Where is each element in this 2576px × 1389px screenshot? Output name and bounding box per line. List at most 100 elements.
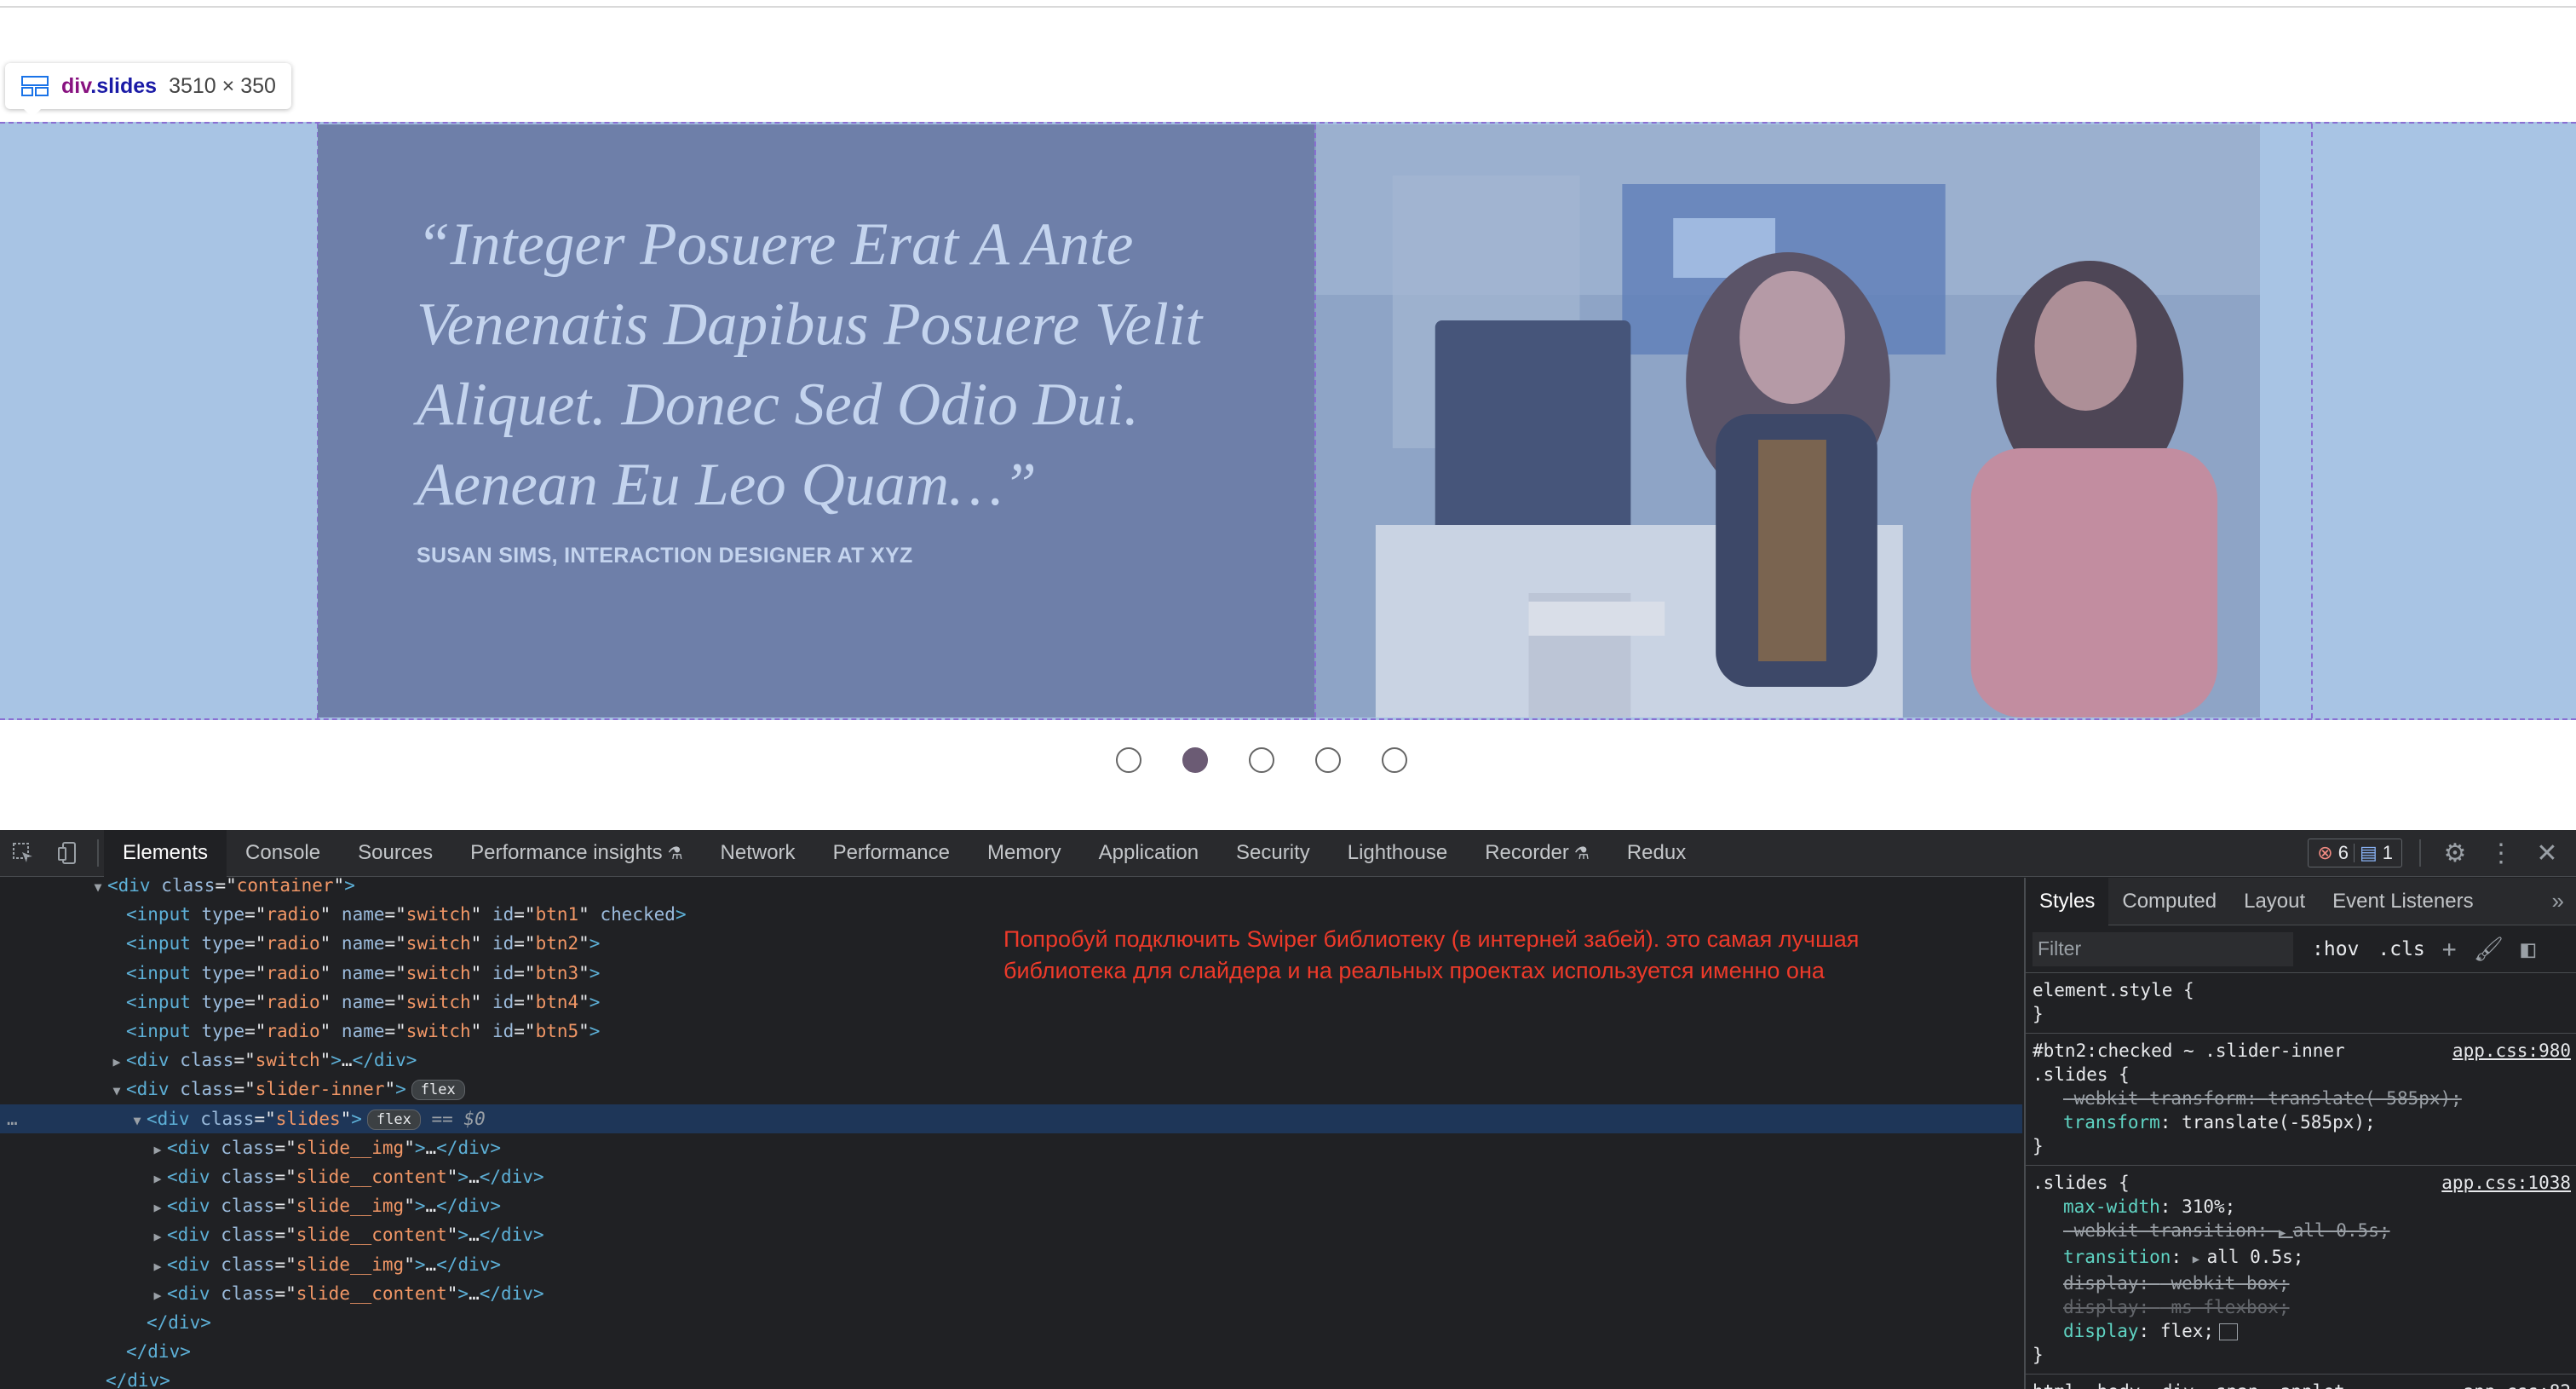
dom-node-line[interactable]: </div> [0, 1308, 2022, 1337]
dom-node-line[interactable]: ▶ <div class="slide__img">…</div> [0, 1133, 2022, 1162]
expand-triangle-icon[interactable]: ▶ [148, 1281, 167, 1310]
tag-close-bracket: > [457, 1167, 469, 1187]
attr-name: class [180, 1079, 234, 1100]
dom-node-line[interactable]: ▶ <div class="slide__content">…</div> [0, 1220, 2022, 1249]
pagination-dot[interactable] [1382, 747, 1407, 773]
pagination-dot[interactable] [1249, 747, 1274, 773]
dom-node-line[interactable]: ▶ <div class="slide__img">…</div> [0, 1191, 2022, 1220]
devtools-tab-label: Console [245, 841, 321, 864]
expand-triangle-icon[interactable]: ▶ [2279, 1226, 2293, 1240]
devtools-tab[interactable]: Security [1217, 830, 1329, 877]
toggle-sidebar-icon[interactable]: ◧ [2521, 935, 2535, 963]
pagination-dot[interactable] [1182, 747, 1208, 773]
dom-node-line[interactable]: ▶ <div class="slide__content">…</div> [0, 1279, 2022, 1308]
flexbox-editor-icon[interactable] [2219, 1323, 2239, 1340]
styles-subtab[interactable]: Computed [2108, 878, 2230, 925]
css-source-link[interactable]: app.css:980 [2452, 1039, 2571, 1063]
devtools-tab[interactable]: Console [227, 830, 339, 877]
attr-quote: " [470, 962, 482, 983]
dom-node-line[interactable]: <input type="radio" name="switch" id="bt… [0, 1017, 2022, 1046]
dom-node-line[interactable]: ▼ <div class="container"> [0, 878, 2022, 900]
dom-node-line[interactable]: ▶ <div class="switch">…</div> [0, 1046, 2022, 1075]
expand-triangle-icon[interactable]: ▶ [107, 1047, 126, 1076]
css-property[interactable]: max-width: 310%; [2033, 1195, 2569, 1219]
devtools-tab[interactable]: Application [1080, 830, 1217, 877]
devtools-tab[interactable]: Sources [339, 830, 451, 877]
css-property[interactable]: transition: ▶ all 0.5s; [2033, 1245, 2569, 1271]
collapse-triangle-icon[interactable]: ▼ [89, 878, 107, 902]
devtools-tabs: Elements Console Sources Performance insigh… [104, 829, 1705, 877]
styles-subtab[interactable]: Styles [2026, 878, 2109, 925]
devtools-tab[interactable]: Performance insights ⚗ [451, 830, 701, 877]
css-property[interactable]: -webkit-transition: ▶ all 0.5s; [2033, 1219, 2569, 1245]
class-toggle[interactable]: .cls [2378, 938, 2424, 960]
dom-node-line[interactable]: … ▼ <div class="slides"> flex == $0 [0, 1104, 2022, 1133]
tag-close-bracket: > [457, 1282, 469, 1304]
paint-brush-icon[interactable]: 🖌 [2474, 935, 2504, 963]
expand-triangle-icon[interactable]: ▶ [148, 1252, 167, 1281]
devtools-tab[interactable]: Performance [814, 830, 969, 877]
dom-node-line[interactable]: </div> [0, 1337, 2022, 1366]
css-source-link[interactable]: app.css:1038 [2441, 1171, 2571, 1195]
more-tabs-icon[interactable]: » [2552, 888, 2576, 914]
attr-eq: =" [514, 904, 536, 925]
css-property[interactable]: display: flex; [2033, 1319, 2569, 1343]
expand-triangle-icon[interactable]: ▶ [148, 1135, 167, 1164]
message-icon: ▤ [2359, 842, 2378, 863]
styles-filter-input[interactable] [2033, 931, 2293, 966]
ellipsis: … [425, 1137, 437, 1158]
devtools-tab[interactable]: Lighthouse [1329, 830, 1466, 877]
expand-triangle-icon[interactable]: ▶ [2193, 1253, 2207, 1266]
collapse-triangle-icon[interactable]: ▼ [107, 1076, 126, 1105]
dom-node-line[interactable]: </div> [0, 1366, 2022, 1389]
devtools-tab[interactable]: Recorder ⚗ [1466, 830, 1608, 877]
inspect-element-icon[interactable] [0, 830, 46, 877]
expand-triangle-icon[interactable]: ▶ [148, 1193, 167, 1222]
styles-sidebar: StylesComputedLayoutEvent Listeners » :ho… [2024, 878, 2576, 1389]
attr-name: class [221, 1254, 275, 1275]
css-property[interactable]: display: -ms-flexbox; [2033, 1295, 2569, 1319]
attr-name: class [221, 1225, 275, 1246]
devtools-tab-label: Performance insights [470, 841, 663, 864]
devtools-tab[interactable]: Elements [104, 829, 227, 877]
css-property-name: -webkit-transition [2063, 1220, 2257, 1241]
attr-name: type [201, 1021, 245, 1041]
css-source-link[interactable]: app.css:82 [2464, 1380, 2571, 1389]
new-rule-plus-icon[interactable]: + [2442, 935, 2457, 963]
close-icon[interactable]: ✕ [2530, 839, 2564, 868]
settings-gear-icon[interactable]: ⚙ [2438, 839, 2472, 868]
dom-node-line[interactable]: ▶ <div class="slide__img">…</div> [0, 1250, 2022, 1279]
devtools-tab-label: Performance [832, 841, 950, 864]
dom-node-line[interactable]: ▶ <div class="slide__content">…</div> [0, 1162, 2022, 1191]
tag-close-bracket: > [414, 1254, 426, 1275]
hover-state-toggle[interactable]: :hov [2312, 938, 2359, 960]
slider-highlight-overlay: “Integer Posuere Erat A Ante Venenatis D… [0, 122, 2576, 720]
expand-triangle-icon[interactable]: ▶ [148, 1222, 167, 1251]
styles-subtab[interactable]: Event Listeners [2319, 878, 2487, 925]
dom-node-line[interactable]: ▼ <div class="slider-inner"> flex [0, 1075, 2022, 1104]
tag-open: <div [167, 1254, 210, 1275]
devtools-tab-bar: Elements Console Sources Performance insigh… [0, 829, 2576, 877]
expand-triangle-icon[interactable]: ▶ [148, 1164, 167, 1193]
pagination-dot[interactable] [1315, 747, 1341, 773]
pagination-dot[interactable] [1116, 747, 1141, 773]
css-selector: element.style { [2033, 980, 2194, 1000]
device-toolbar-icon[interactable] [46, 830, 92, 877]
collapse-triangle-icon[interactable]: ▼ [128, 1106, 147, 1135]
attr-value: container [236, 878, 334, 896]
css-property-value: all 0.5s; [2206, 1247, 2304, 1267]
attr-value: slide__content [296, 1225, 447, 1246]
devtools-tab[interactable]: Network [702, 830, 814, 877]
devtools-tab[interactable]: Memory [969, 830, 1080, 877]
css-property[interactable]: display: -webkit-box; [2033, 1271, 2569, 1295]
more-vertical-icon[interactable]: ⋮ [2484, 839, 2518, 868]
devtools-tab[interactable]: Redux [1608, 830, 1705, 877]
issues-badge[interactable]: ⊗ 6 ▤ 1 [2308, 839, 2402, 867]
tag-open: <div [167, 1282, 210, 1304]
dom-node-line[interactable]: <input type="radio" name="switch" id="bt… [0, 988, 2022, 1017]
attr-value: slide__img [296, 1254, 405, 1275]
css-property[interactable]: -webkit-transform: translate(-585px); [2033, 1086, 2569, 1110]
tag-end: </div> [106, 1370, 170, 1389]
styles-subtab[interactable]: Layout [2230, 878, 2319, 925]
css-property[interactable]: transform: translate(-585px); [2033, 1110, 2569, 1134]
